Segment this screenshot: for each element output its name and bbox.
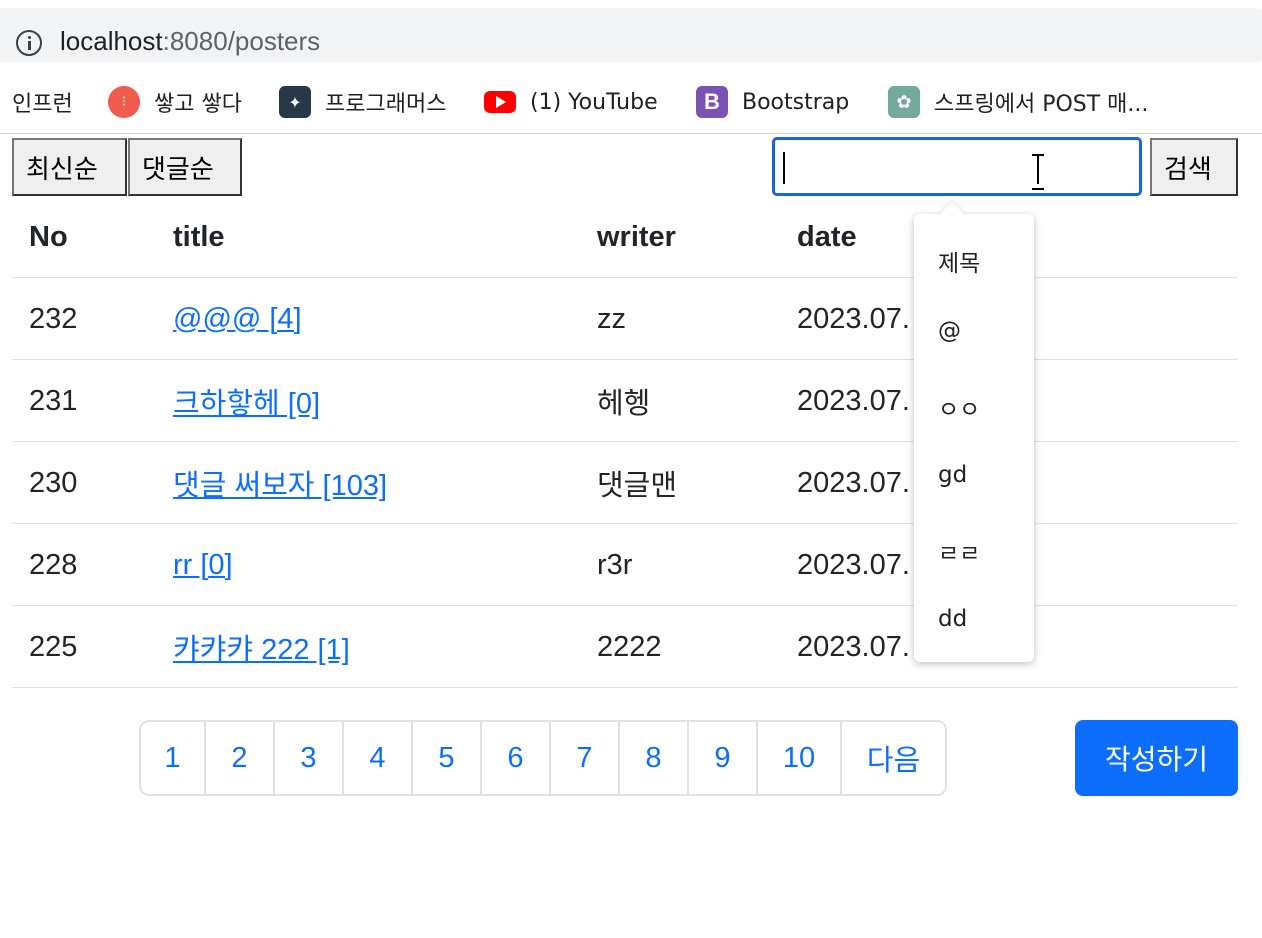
- table-row: 232 @@@ [4] zz 2023.07.0: [12, 278, 1238, 360]
- page-link-5[interactable]: 5: [413, 722, 482, 794]
- posts-table: No title writer date 232 @@@ [4] zz 2023…: [12, 196, 1238, 688]
- page-link-2[interactable]: 2: [206, 722, 275, 794]
- url-text[interactable]: localhost:8080/posters: [60, 26, 320, 57]
- bookmark-label: (1) YouTube: [530, 89, 658, 115]
- page-next-link[interactable]: 다음: [842, 722, 945, 794]
- post-date-head: 2023.07.: [797, 384, 910, 417]
- header-writer: writer: [597, 220, 676, 253]
- bookmark-label: 프로그래머스: [325, 92, 447, 117]
- page-link-3[interactable]: 3: [275, 722, 344, 794]
- post-no: 232: [29, 302, 78, 335]
- page-link-4[interactable]: 4: [344, 722, 413, 794]
- post-writer: zz: [597, 302, 626, 335]
- post-date-head: 2023.07.: [797, 630, 910, 663]
- post-writer: r3r: [597, 548, 633, 581]
- text-caret: [783, 152, 785, 184]
- page-link-10[interactable]: 10: [758, 722, 842, 794]
- header-no: No: [29, 220, 68, 253]
- table-row: 231 크하핳헤 [0] 헤헹 2023.07.3: [12, 360, 1238, 442]
- page-link-8[interactable]: 8: [620, 722, 689, 794]
- sort-comments-button[interactable]: 댓글순: [128, 138, 242, 196]
- post-date-head: 2023.07.: [797, 302, 910, 335]
- post-no: 228: [29, 548, 78, 581]
- autocomplete-option[interactable]: dd: [938, 606, 967, 632]
- info-icon[interactable]: [16, 30, 42, 56]
- post-title-link[interactable]: rr [0]: [173, 549, 233, 582]
- post-no: 231: [29, 384, 78, 417]
- search-input[interactable]: [772, 137, 1142, 196]
- autocomplete-option[interactable]: 제목: [938, 244, 980, 278]
- url-path: :8080/posters: [162, 26, 321, 56]
- bookmark-label: 인프런: [12, 92, 73, 117]
- url-box[interactable]: localhost:8080/posters: [0, 8, 1262, 62]
- header-date: date: [797, 220, 857, 253]
- post-no: 230: [29, 466, 78, 499]
- dots-icon: ⁝: [108, 86, 140, 118]
- youtube-icon: [484, 86, 516, 118]
- write-post-button[interactable]: 작성하기: [1075, 720, 1238, 796]
- post-writer: 댓글맨: [597, 470, 678, 502]
- post-title-link[interactable]: 크하핳헤 [0]: [173, 380, 320, 422]
- page-link-1[interactable]: 1: [141, 722, 206, 794]
- bookmarks-bar: 인프런 ⁝ 쌓고 쌓다 ✦ 프로그래머스 (1) YouTube B Boots…: [0, 70, 1262, 134]
- autocomplete-option[interactable]: @: [938, 318, 961, 344]
- pagination: 1 2 3 4 5 6 7 8 9 10 다음: [139, 720, 947, 796]
- address-bar: localhost:8080/posters: [0, 0, 1262, 70]
- header-title: title: [173, 220, 225, 253]
- bookmark-label: 스프링에서 POST 매...: [934, 92, 1149, 117]
- table-row: 230 댓글 써보자 [103] 댓글맨 2023.07.9: [12, 442, 1238, 524]
- bookmark-bootstrap[interactable]: B Bootstrap: [696, 86, 849, 118]
- page-link-9[interactable]: 9: [689, 722, 758, 794]
- table-row: 228 rr [0] r3r 2023.07.1: [12, 524, 1238, 606]
- bootstrap-icon: B: [696, 86, 728, 118]
- search-button[interactable]: 검색: [1150, 138, 1238, 196]
- bookmark-inflearn[interactable]: 인프런: [12, 86, 73, 118]
- post-writer: 2222: [597, 630, 662, 663]
- chatgpt-icon: ✿: [888, 86, 920, 118]
- autocomplete-option[interactable]: ㄹㄹ: [938, 534, 980, 568]
- programmers-icon: ✦: [279, 86, 311, 118]
- ibeam-cursor-icon: [1031, 154, 1045, 190]
- bookmark-chatgpt[interactable]: ✿ 스프링에서 POST 매...: [888, 86, 1148, 118]
- post-title-link[interactable]: @@@ [4]: [173, 303, 302, 336]
- url-host: localhost: [60, 26, 163, 56]
- post-no: 225: [29, 630, 78, 663]
- table-row: 225 캬캬캬 222 [1] 2222 2023.07.2: [12, 606, 1238, 688]
- bookmark-programmers[interactable]: ✦ 프로그래머스: [279, 86, 446, 118]
- bookmark-label: Bootstrap: [742, 89, 850, 115]
- autocomplete-option[interactable]: gd: [938, 462, 967, 488]
- bookmark-label: 쌓고 쌓다: [154, 92, 242, 117]
- sort-latest-button[interactable]: 최신순: [12, 138, 127, 196]
- post-title-link[interactable]: 캬캬캬 222 [1]: [173, 626, 350, 668]
- page-link-7[interactable]: 7: [551, 722, 620, 794]
- table-header: No title writer date: [12, 196, 1238, 278]
- bookmark-blog[interactable]: ⁝ 쌓고 쌓다: [108, 86, 242, 118]
- post-title-link[interactable]: 댓글 써보자 [103]: [173, 462, 387, 504]
- autocomplete-option[interactable]: ㅇㅇ: [938, 390, 980, 424]
- post-date-head: 2023.07.: [797, 466, 910, 499]
- post-date-head: 2023.07.: [797, 548, 910, 581]
- bookmark-youtube[interactable]: (1) YouTube: [484, 86, 658, 118]
- page-link-6[interactable]: 6: [482, 722, 551, 794]
- post-writer: 헤헹: [597, 388, 651, 420]
- autocomplete-dropdown: 제목 @ ㅇㅇ gd ㄹㄹ dd: [914, 214, 1034, 662]
